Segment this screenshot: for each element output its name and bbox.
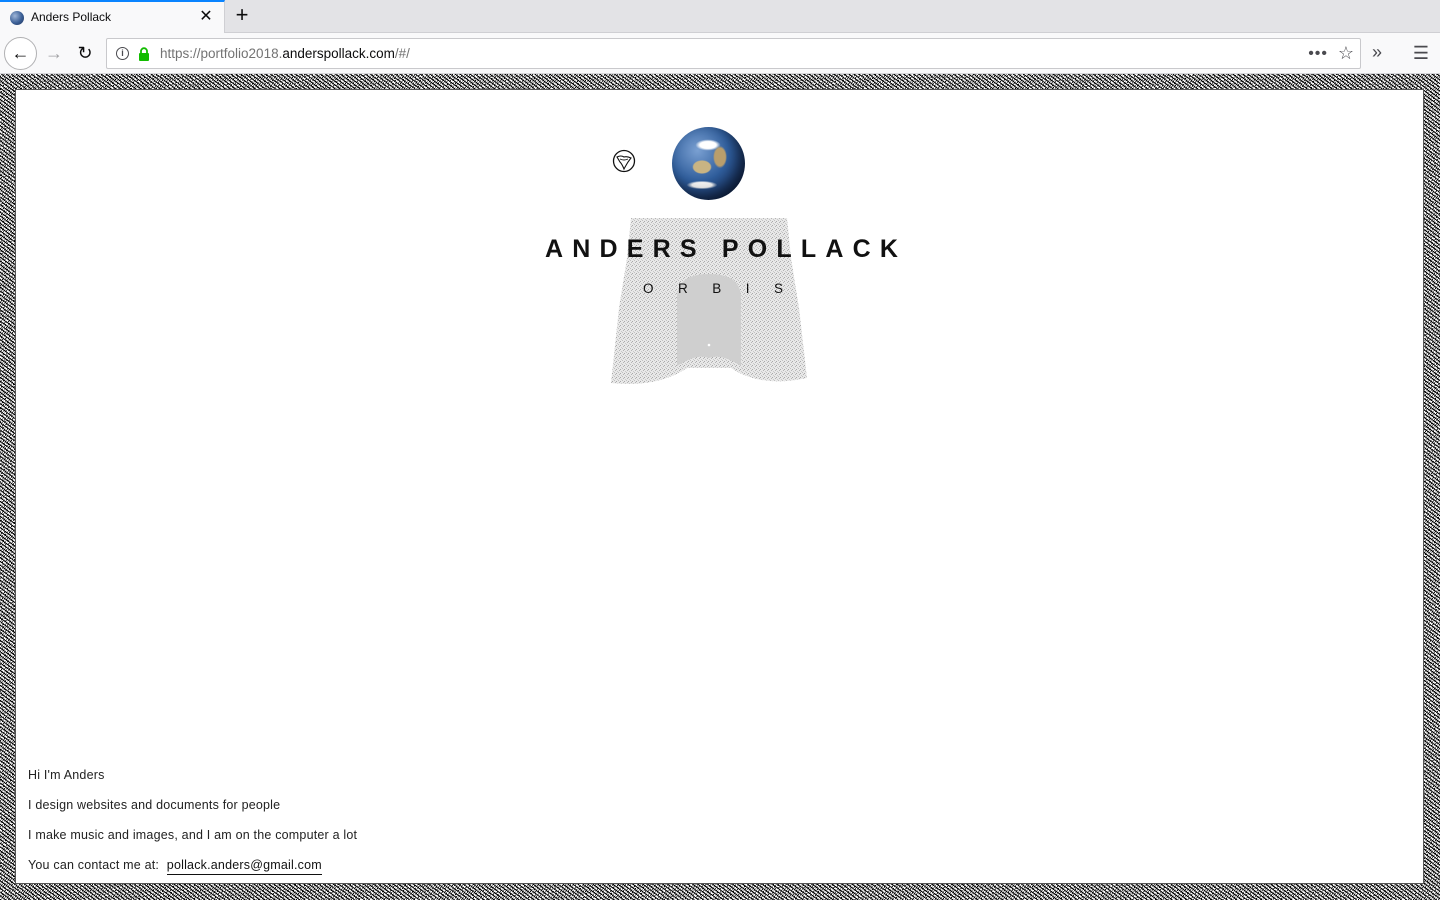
intro-line-1: Hi I'm Anders xyxy=(28,768,105,782)
url-host: anderspollack.com xyxy=(282,46,395,61)
info-icon[interactable]: i xyxy=(116,47,129,60)
earth-image xyxy=(672,127,745,200)
forward-arrow-icon[interactable]: → xyxy=(42,41,66,65)
site-subtitle: ORBIS xyxy=(643,281,808,296)
plus-icon[interactable]: + xyxy=(229,3,255,29)
double-chevron-icon[interactable]: » xyxy=(1372,42,1382,63)
lock-icon xyxy=(139,47,149,61)
earth-favicon-icon xyxy=(10,11,24,25)
close-icon[interactable]: ✕ xyxy=(196,7,216,27)
navigation-toolbar: ← → ↻ i https://portfolio2018.anderspoll… xyxy=(0,33,1440,74)
tab-title: Anders Pollack xyxy=(31,10,112,24)
contact-label: You can contact me at: xyxy=(28,858,160,872)
globe-outline-icon[interactable] xyxy=(612,149,636,173)
tab-anders-pollack[interactable]: Anders Pollack ✕ xyxy=(0,0,225,33)
address-bar[interactable]: i https://portfolio2018.anderspollack.co… xyxy=(106,38,1361,69)
page-viewport: ANDERS POLLACK ORBIS Hi I'm Anders I des… xyxy=(0,74,1440,900)
hamburger-menu-icon[interactable]: ☰ xyxy=(1409,42,1433,64)
content-frame: ANDERS POLLACK ORBIS Hi I'm Anders I des… xyxy=(15,89,1424,884)
site-title: ANDERS POLLACK xyxy=(545,235,908,263)
back-arrow-icon[interactable]: ← xyxy=(4,37,37,70)
reload-icon[interactable]: ↻ xyxy=(73,41,97,65)
star-icon[interactable]: ☆ xyxy=(1338,43,1354,64)
tab-strip: Anders Pollack ✕ + xyxy=(0,0,1440,33)
more-dots-icon[interactable]: ••• xyxy=(1308,45,1328,63)
url-suffix: /#/ xyxy=(394,46,410,61)
intro-line-2: I design websites and documents for peop… xyxy=(28,798,281,812)
email-link[interactable]: pollack.anders@gmail.com xyxy=(166,858,322,875)
intro-line-3: I make music and images, and I am on the… xyxy=(28,828,358,842)
contact-line: You can contact me at: pollack.anders@gm… xyxy=(28,858,322,875)
url-text[interactable]: https://portfolio2018.anderspollack.com/… xyxy=(160,46,410,61)
url-prefix: https://portfolio2018. xyxy=(160,46,283,61)
